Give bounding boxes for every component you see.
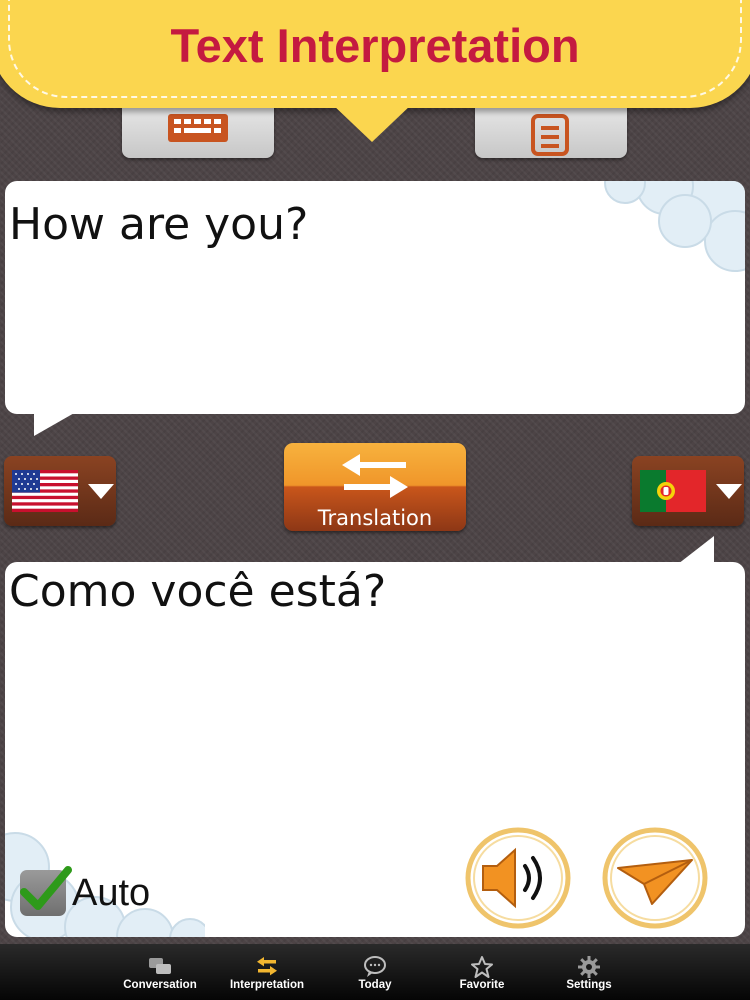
keyboard-icon (168, 114, 228, 142)
tab-interpretation[interactable]: Interpretation (217, 944, 317, 1000)
tab-favorite[interactable]: Favorite (432, 944, 532, 1000)
star-icon (471, 956, 493, 978)
source-language-selector[interactable] (4, 456, 116, 526)
speech-bubble-icon (364, 956, 386, 977)
target-text: Como você está? (9, 566, 387, 617)
translation-button[interactable]: Translation (284, 443, 466, 531)
tab-label: Interpretation (229, 979, 305, 991)
tab-label: Settings (566, 979, 612, 991)
tab-label: Today (358, 979, 392, 991)
target-bubble-tail (678, 536, 714, 564)
auto-checkbox[interactable] (20, 866, 72, 916)
paper-plane-icon (602, 827, 708, 929)
us-flag-icon (12, 470, 78, 512)
clipboard-icon (531, 114, 569, 156)
tab-label: Conversation (123, 979, 197, 991)
source-text: How are you? (9, 199, 309, 250)
chevron-down-icon (88, 484, 114, 499)
swap-arrows-icon (257, 957, 277, 976)
translation-button-label: Translation (317, 506, 433, 530)
swap-arrows-icon (342, 454, 408, 498)
chat-bubbles-icon (149, 958, 171, 974)
send-button[interactable] (600, 822, 710, 932)
tab-conversation[interactable]: Conversation (110, 944, 210, 1000)
auto-label: Auto (72, 872, 151, 914)
header-banner-pointer (332, 104, 412, 142)
cloud-decoration (604, 181, 745, 272)
speaker-icon (465, 827, 571, 929)
tab-today[interactable]: Today (325, 944, 425, 1000)
gear-icon (578, 956, 600, 978)
chevron-down-icon (716, 484, 742, 499)
portugal-flag-icon (640, 470, 706, 512)
source-text-area[interactable]: How are you? (5, 181, 745, 414)
speak-button[interactable] (463, 822, 573, 932)
tab-label: Favorite (459, 979, 505, 991)
tab-settings[interactable]: Settings (539, 944, 639, 1000)
source-bubble-tail (34, 412, 76, 436)
bottom-tab-bar: Conversation Interpretation Today Favori… (0, 944, 750, 1000)
page-title: Text Interpretation (170, 19, 580, 72)
checkmark-icon (20, 866, 72, 910)
target-language-selector[interactable] (632, 456, 744, 526)
